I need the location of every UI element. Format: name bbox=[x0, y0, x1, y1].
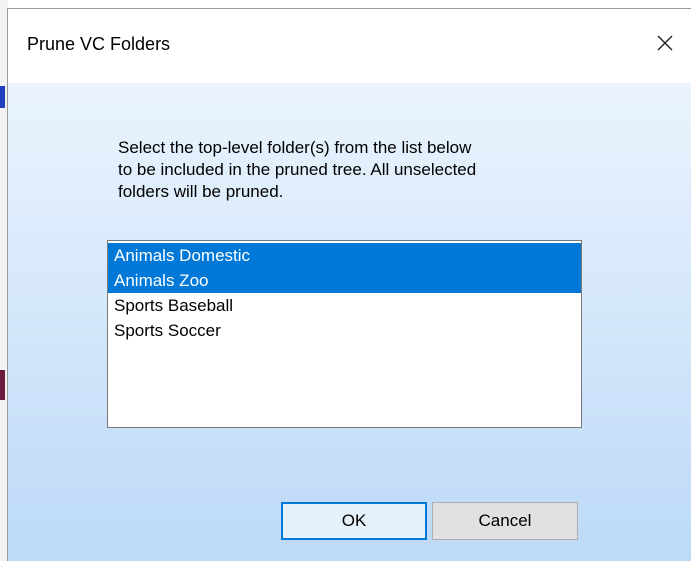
title-bar: Prune VC Folders bbox=[8, 9, 691, 83]
folder-list-item[interactable]: Animals Zoo bbox=[108, 268, 581, 293]
cancel-button[interactable]: Cancel bbox=[432, 502, 578, 540]
close-button[interactable] bbox=[643, 23, 687, 63]
folder-list-item[interactable]: Animals Domestic bbox=[108, 243, 581, 268]
prune-vc-folders-dialog: Prune VC Folders Select the top-level fo… bbox=[7, 8, 691, 561]
background-fragment bbox=[0, 370, 5, 400]
instructions-line: to be included in the pruned tree. All u… bbox=[118, 160, 477, 179]
close-icon bbox=[657, 35, 673, 51]
dialog-client-area: Select the top-level folder(s) from the … bbox=[8, 83, 691, 561]
instructions-line: folders will be pruned. bbox=[118, 182, 284, 201]
folder-listbox[interactable]: Animals Domestic Animals Zoo Sports Base… bbox=[107, 240, 582, 428]
instructions-line: Select the top-level folder(s) from the … bbox=[118, 138, 472, 157]
instructions-text: Select the top-level folder(s) from the … bbox=[118, 137, 588, 203]
folder-list-item[interactable]: Sports Soccer bbox=[108, 318, 581, 343]
ok-button[interactable]: OK bbox=[281, 502, 427, 540]
dialog-title: Prune VC Folders bbox=[27, 34, 171, 54]
folder-list-item[interactable]: Sports Baseball bbox=[108, 293, 581, 318]
background-fragment bbox=[0, 86, 5, 108]
